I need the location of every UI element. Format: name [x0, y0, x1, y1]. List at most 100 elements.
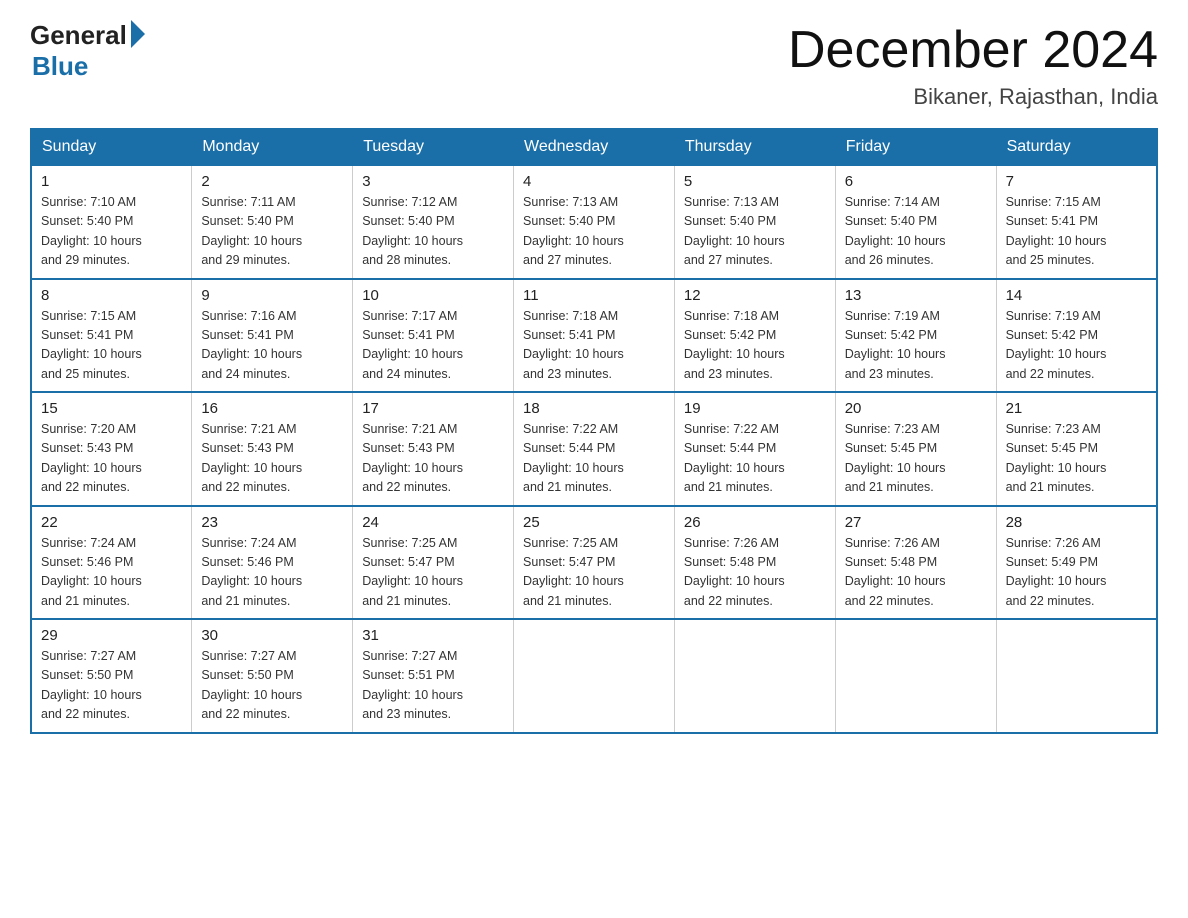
calendar-day-cell: 27 Sunrise: 7:26 AM Sunset: 5:48 PM Dayl…: [835, 506, 996, 620]
day-number: 21: [1006, 400, 1147, 417]
sunset-label: Sunset: 5:50 PM: [41, 668, 133, 682]
sunrise-label: Sunrise: 7:14 AM: [845, 195, 940, 209]
calendar-day-cell: 31 Sunrise: 7:27 AM Sunset: 5:51 PM Dayl…: [353, 619, 514, 733]
daylight-label: Daylight: 10 hoursand 21 minutes.: [845, 461, 946, 494]
day-number: 16: [201, 400, 343, 417]
calendar-day-cell: 26 Sunrise: 7:26 AM Sunset: 5:48 PM Dayl…: [674, 506, 835, 620]
calendar-day-cell: 9 Sunrise: 7:16 AM Sunset: 5:41 PM Dayli…: [192, 279, 353, 393]
sunset-label: Sunset: 5:41 PM: [523, 328, 615, 342]
sunset-label: Sunset: 5:44 PM: [684, 441, 776, 455]
sunrise-label: Sunrise: 7:23 AM: [1006, 422, 1101, 436]
sunset-label: Sunset: 5:41 PM: [201, 328, 293, 342]
calendar-day-cell: 8 Sunrise: 7:15 AM Sunset: 5:41 PM Dayli…: [31, 279, 192, 393]
sunset-label: Sunset: 5:40 PM: [684, 214, 776, 228]
day-number: 14: [1006, 287, 1147, 304]
sunset-label: Sunset: 5:41 PM: [41, 328, 133, 342]
sunset-label: Sunset: 5:51 PM: [362, 668, 454, 682]
sunrise-label: Sunrise: 7:27 AM: [201, 649, 296, 663]
sunset-label: Sunset: 5:44 PM: [523, 441, 615, 455]
sunset-label: Sunset: 5:48 PM: [845, 555, 937, 569]
calendar-week-row: 29 Sunrise: 7:27 AM Sunset: 5:50 PM Dayl…: [31, 619, 1157, 733]
sunset-label: Sunset: 5:46 PM: [41, 555, 133, 569]
calendar-week-row: 15 Sunrise: 7:20 AM Sunset: 5:43 PM Dayl…: [31, 392, 1157, 506]
day-info: Sunrise: 7:11 AM Sunset: 5:40 PM Dayligh…: [201, 193, 343, 271]
daylight-label: Daylight: 10 hoursand 22 minutes.: [1006, 347, 1107, 380]
daylight-label: Daylight: 10 hoursand 21 minutes.: [362, 574, 463, 607]
calendar-table: SundayMondayTuesdayWednesdayThursdayFrid…: [30, 128, 1158, 734]
daylight-label: Daylight: 10 hoursand 21 minutes.: [523, 461, 624, 494]
calendar-day-cell: 7 Sunrise: 7:15 AM Sunset: 5:41 PM Dayli…: [996, 165, 1157, 279]
daylight-label: Daylight: 10 hoursand 22 minutes.: [845, 574, 946, 607]
day-info: Sunrise: 7:20 AM Sunset: 5:43 PM Dayligh…: [41, 420, 182, 498]
day-number: 30: [201, 627, 343, 644]
sunset-label: Sunset: 5:45 PM: [1006, 441, 1098, 455]
day-of-week-header: Wednesday: [514, 129, 675, 165]
sunset-label: Sunset: 5:40 PM: [41, 214, 133, 228]
calendar-day-cell: 10 Sunrise: 7:17 AM Sunset: 5:41 PM Dayl…: [353, 279, 514, 393]
day-info: Sunrise: 7:23 AM Sunset: 5:45 PM Dayligh…: [845, 420, 987, 498]
logo: General Blue: [30, 20, 145, 82]
calendar-day-cell: 19 Sunrise: 7:22 AM Sunset: 5:44 PM Dayl…: [674, 392, 835, 506]
calendar-day-cell: 2 Sunrise: 7:11 AM Sunset: 5:40 PM Dayli…: [192, 165, 353, 279]
day-info: Sunrise: 7:12 AM Sunset: 5:40 PM Dayligh…: [362, 193, 504, 271]
sunrise-label: Sunrise: 7:22 AM: [684, 422, 779, 436]
calendar-day-cell: [514, 619, 675, 733]
day-info: Sunrise: 7:21 AM Sunset: 5:43 PM Dayligh…: [362, 420, 504, 498]
day-of-week-header: Thursday: [674, 129, 835, 165]
daylight-label: Daylight: 10 hoursand 24 minutes.: [201, 347, 302, 380]
day-of-week-header: Tuesday: [353, 129, 514, 165]
sunset-label: Sunset: 5:42 PM: [845, 328, 937, 342]
calendar-day-cell: 14 Sunrise: 7:19 AM Sunset: 5:42 PM Dayl…: [996, 279, 1157, 393]
sunset-label: Sunset: 5:43 PM: [362, 441, 454, 455]
logo-arrow-icon: [131, 20, 145, 48]
calendar-day-cell: 13 Sunrise: 7:19 AM Sunset: 5:42 PM Dayl…: [835, 279, 996, 393]
day-number: 9: [201, 287, 343, 304]
daylight-label: Daylight: 10 hoursand 21 minutes.: [1006, 461, 1107, 494]
day-of-week-header: Sunday: [31, 129, 192, 165]
day-info: Sunrise: 7:26 AM Sunset: 5:49 PM Dayligh…: [1006, 534, 1147, 612]
day-number: 13: [845, 287, 987, 304]
daylight-label: Daylight: 10 hoursand 29 minutes.: [201, 234, 302, 267]
day-number: 7: [1006, 173, 1147, 190]
sunrise-label: Sunrise: 7:24 AM: [201, 536, 296, 550]
day-number: 4: [523, 173, 665, 190]
day-info: Sunrise: 7:25 AM Sunset: 5:47 PM Dayligh…: [523, 534, 665, 612]
day-number: 18: [523, 400, 665, 417]
sunrise-label: Sunrise: 7:19 AM: [1006, 309, 1101, 323]
daylight-label: Daylight: 10 hoursand 25 minutes.: [1006, 234, 1107, 267]
day-number: 11: [523, 287, 665, 304]
daylight-label: Daylight: 10 hoursand 21 minutes.: [41, 574, 142, 607]
day-info: Sunrise: 7:16 AM Sunset: 5:41 PM Dayligh…: [201, 307, 343, 385]
sunset-label: Sunset: 5:43 PM: [41, 441, 133, 455]
sunrise-label: Sunrise: 7:21 AM: [201, 422, 296, 436]
day-info: Sunrise: 7:17 AM Sunset: 5:41 PM Dayligh…: [362, 307, 504, 385]
daylight-label: Daylight: 10 hoursand 29 minutes.: [41, 234, 142, 267]
day-of-week-header: Monday: [192, 129, 353, 165]
calendar-day-cell: 6 Sunrise: 7:14 AM Sunset: 5:40 PM Dayli…: [835, 165, 996, 279]
calendar-day-cell: 25 Sunrise: 7:25 AM Sunset: 5:47 PM Dayl…: [514, 506, 675, 620]
calendar-day-cell: 30 Sunrise: 7:27 AM Sunset: 5:50 PM Dayl…: [192, 619, 353, 733]
day-number: 6: [845, 173, 987, 190]
sunrise-label: Sunrise: 7:21 AM: [362, 422, 457, 436]
sunrise-label: Sunrise: 7:15 AM: [41, 309, 136, 323]
daylight-label: Daylight: 10 hoursand 25 minutes.: [41, 347, 142, 380]
day-info: Sunrise: 7:14 AM Sunset: 5:40 PM Dayligh…: [845, 193, 987, 271]
day-info: Sunrise: 7:22 AM Sunset: 5:44 PM Dayligh…: [523, 420, 665, 498]
sunrise-label: Sunrise: 7:12 AM: [362, 195, 457, 209]
day-number: 2: [201, 173, 343, 190]
day-number: 31: [362, 627, 504, 644]
daylight-label: Daylight: 10 hoursand 22 minutes.: [201, 461, 302, 494]
day-number: 27: [845, 514, 987, 531]
day-number: 17: [362, 400, 504, 417]
daylight-label: Daylight: 10 hoursand 22 minutes.: [201, 688, 302, 721]
sunrise-label: Sunrise: 7:16 AM: [201, 309, 296, 323]
sunset-label: Sunset: 5:40 PM: [523, 214, 615, 228]
sunrise-label: Sunrise: 7:11 AM: [201, 195, 295, 209]
day-number: 15: [41, 400, 182, 417]
day-number: 3: [362, 173, 504, 190]
daylight-label: Daylight: 10 hoursand 23 minutes.: [362, 688, 463, 721]
day-of-week-header: Friday: [835, 129, 996, 165]
day-number: 8: [41, 287, 182, 304]
day-number: 24: [362, 514, 504, 531]
sunset-label: Sunset: 5:46 PM: [201, 555, 293, 569]
